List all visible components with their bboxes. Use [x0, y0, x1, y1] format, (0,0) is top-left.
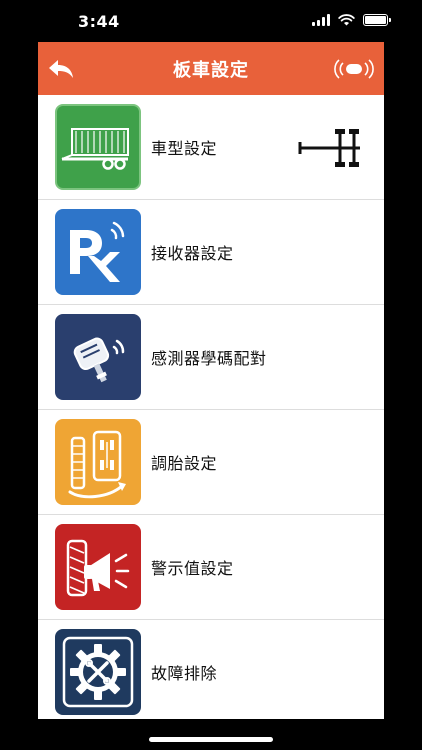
sensor-status-button[interactable]	[332, 54, 376, 84]
axle-layout-icon	[298, 129, 360, 167]
back-arrow-icon	[49, 60, 73, 78]
menu-item-sensor-pairing[interactable]: 感測器學碼配對	[38, 305, 384, 410]
menu-item-alarm-threshold[interactable]: 警示值設定	[38, 515, 384, 620]
menu-item-label: 車型設定	[151, 139, 218, 158]
sensor-pairing-icon	[55, 314, 141, 400]
wifi-icon	[338, 14, 355, 26]
status-icons	[312, 14, 391, 26]
trailer-icon	[55, 104, 141, 190]
nav-bar: 板車設定	[38, 42, 384, 95]
back-button[interactable]	[46, 54, 76, 84]
menu-item-troubleshooting[interactable]: 故障排除	[38, 620, 384, 719]
alarm-megaphone-icon	[55, 524, 141, 610]
battery-icon	[363, 14, 391, 26]
cellular-signal-icon	[312, 14, 330, 26]
tire-rotation-icon	[55, 419, 141, 505]
receiver-rx-icon	[55, 209, 141, 295]
status-time: 3:44	[78, 12, 120, 31]
menu-item-label: 警示值設定	[151, 559, 234, 578]
troubleshooting-gear-icon	[55, 629, 141, 715]
menu-item-receiver[interactable]: 接收器設定	[38, 200, 384, 305]
home-indicator[interactable]	[149, 737, 273, 742]
status-bar: 3:44	[0, 0, 422, 42]
menu-item-vehicle-type[interactable]: 車型設定	[38, 95, 384, 200]
menu-item-label: 調胎設定	[151, 454, 218, 473]
sensor-signal-icon	[334, 59, 374, 79]
menu-item-tire-rotation[interactable]: 調胎設定	[38, 410, 384, 515]
settings-menu: 車型設定 接收器設定 感測器學碼配對 調胎設定 警示值設定 故障排除	[38, 95, 384, 719]
menu-item-label: 故障排除	[151, 664, 218, 683]
menu-item-label: 感測器學碼配對	[151, 349, 267, 368]
app-window: 板車設定 車型設定 接收器設定 感測器學碼配對 調胎設定 警示值設定 故障排除	[38, 42, 384, 719]
page-title: 板車設定	[173, 59, 249, 81]
menu-item-label: 接收器設定	[151, 244, 234, 263]
